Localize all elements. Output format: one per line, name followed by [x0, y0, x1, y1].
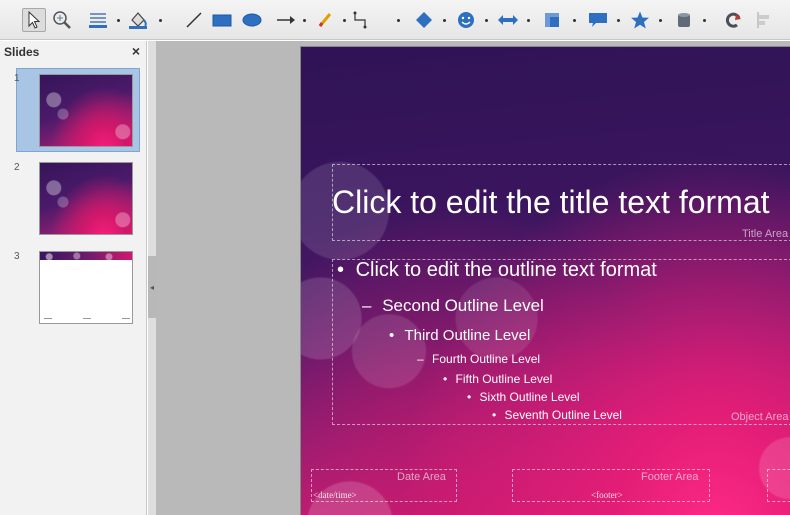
line-color-icon[interactable] [86, 8, 110, 32]
slides-panel: Slides × 1 2 3 [0, 41, 147, 515]
basic-shapes-dropdown[interactable] [440, 12, 448, 28]
line-color-dropdown[interactable] [114, 12, 122, 28]
drawing-toolbar [0, 0, 790, 40]
outline-text: Second Outline Level [382, 296, 544, 315]
header-band [40, 252, 132, 260]
date-field: <date/time> [313, 490, 357, 500]
close-panel-icon[interactable]: × [132, 43, 140, 59]
title-text: Click to edit the title text format [332, 184, 770, 220]
bullet: • [389, 327, 395, 344]
align-icon[interactable] [752, 8, 776, 32]
connector-icon[interactable] [350, 8, 374, 32]
smiley-icon[interactable] [454, 8, 478, 32]
outline-level-4: – Fourth Outline Level [417, 352, 540, 366]
outline-level-7: • Seventh Outline Level [492, 408, 622, 422]
number-placeholder-mark [122, 318, 130, 319]
rectangle-icon[interactable] [210, 8, 234, 32]
outline-text: Third Outline Level [404, 327, 531, 344]
bullet: • [467, 390, 472, 404]
slide-thumbnail-2[interactable] [39, 162, 133, 235]
outline-text: Fifth Outline Level [455, 372, 553, 386]
curve-icon[interactable] [314, 8, 338, 32]
outline-text: Fourth Outline Level [432, 352, 541, 366]
flowchart-dropdown[interactable] [570, 12, 578, 28]
select-icon[interactable] [22, 8, 46, 32]
zoom-pan-icon[interactable] [50, 8, 74, 32]
title-area-label: Title Area for AutoLayouts [742, 228, 790, 240]
bullet: – [417, 352, 424, 366]
flowchart-icon[interactable] [540, 8, 564, 32]
bullet: • [492, 408, 497, 422]
block-arrows-dropdown[interactable] [524, 12, 532, 28]
outline-text: Click to edit the outline text format [355, 259, 657, 281]
collapse-panel-handle[interactable]: ◂ [148, 256, 156, 318]
master-slide-canvas[interactable]: Click to edit the title text format Titl… [301, 47, 790, 515]
slide-preview [39, 74, 133, 147]
footer-placeholder-mark [83, 318, 91, 319]
symbol-shapes-dropdown[interactable] [482, 12, 490, 28]
date-placeholder-mark [44, 318, 52, 319]
slide-number-placeholder[interactable] [767, 469, 790, 502]
footer-field: <footer> [591, 490, 623, 500]
curve-dropdown[interactable] [340, 12, 348, 28]
slide-number: 2 [14, 162, 20, 173]
callout-icon[interactable] [586, 8, 610, 32]
slide-number: 3 [14, 251, 20, 262]
area-fill-icon[interactable] [126, 8, 150, 32]
slides-panel-title: Slides [4, 45, 40, 59]
slide-thumbnail-3[interactable] [39, 251, 133, 324]
outline-level-6: • Sixth Outline Level [467, 390, 580, 404]
date-area-label: Date Area [397, 471, 446, 483]
3d-objects-dropdown[interactable] [700, 12, 708, 28]
ellipse-icon[interactable] [240, 8, 264, 32]
outline-text: Sixth Outline Level [479, 390, 580, 404]
stars-dropdown[interactable] [656, 12, 664, 28]
outline-level-5: • Fifth Outline Level [443, 372, 552, 386]
bullet: – [362, 296, 372, 315]
basic-shapes-icon[interactable] [412, 8, 436, 32]
star-icon[interactable] [628, 8, 652, 32]
connector-dropdown[interactable] [394, 12, 402, 28]
outline-text: Seventh Outline Level [504, 408, 622, 422]
bullet: • [443, 372, 448, 386]
arrow-line-dropdown[interactable] [300, 12, 308, 28]
bullet: • [337, 259, 345, 281]
outline-level-3: • Third Outline Level [389, 327, 530, 344]
area-fill-dropdown[interactable] [156, 12, 164, 28]
3d-object-icon[interactable] [672, 8, 696, 32]
object-area-label: Object Area for AutoLayouts [731, 411, 790, 423]
slide-number: 1 [14, 73, 20, 84]
outline-level-1: • Click to edit the outline text format [337, 259, 657, 282]
arrow-line-icon[interactable] [274, 8, 298, 32]
double-arrow-icon[interactable] [496, 8, 520, 32]
footer-area-label: Footer Area [641, 471, 699, 483]
outline-level-2: – Second Outline Level [362, 296, 544, 316]
line-icon[interactable] [182, 8, 206, 32]
rotate-icon[interactable] [722, 8, 746, 32]
callouts-dropdown[interactable] [614, 12, 622, 28]
